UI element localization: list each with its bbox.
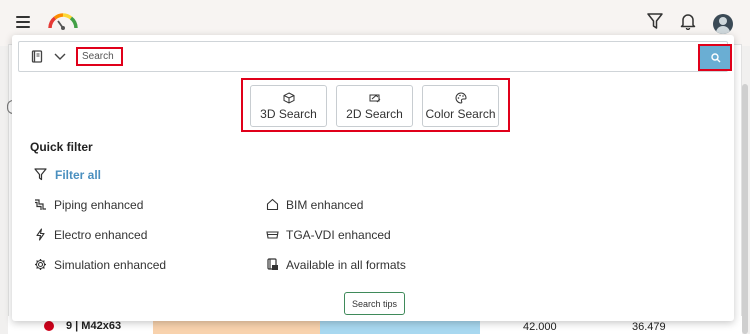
magnifier-icon [711, 53, 721, 63]
3d-search-label: 3D Search [260, 107, 317, 121]
chevron-down-icon[interactable] [53, 51, 67, 61]
2d-search-button[interactable]: 2D Search [336, 85, 413, 127]
filter-label: Piping enhanced [54, 198, 144, 212]
search-tips-button[interactable]: Search tips [344, 292, 405, 315]
palette-icon [455, 92, 467, 104]
gear-icon [35, 259, 46, 270]
filter-all-label: Filter all [55, 168, 102, 182]
3d-search-button[interactable]: 3D Search [250, 85, 327, 127]
filter-simulation-enhanced[interactable]: Simulation enhanced [34, 257, 194, 273]
filter-label: TGA-VDI enhanced [286, 228, 391, 242]
color-search-label: Color Search [425, 107, 496, 121]
filter-icon [34, 168, 47, 181]
filter-bim-enhanced[interactable]: BIM enhanced [266, 197, 426, 213]
row-value-1: 42.000 [523, 321, 557, 333]
user-avatar[interactable] [713, 14, 733, 34]
color-search-button[interactable]: Color Search [422, 85, 499, 127]
bell-icon[interactable] [680, 12, 696, 30]
filter-label: Available in all formats [286, 258, 406, 272]
filter-available-all-formats[interactable]: Available in all formats [266, 257, 436, 273]
search-input[interactable] [76, 47, 123, 66]
cube-icon [283, 92, 295, 104]
gauge-logo-icon[interactable] [46, 12, 80, 30]
status-dot [44, 321, 54, 331]
filter-icon[interactable] [647, 12, 663, 30]
page-scrollbar[interactable] [742, 84, 748, 334]
filter-tga-vdi-enhanced[interactable]: TGA-VDI enhanced [266, 227, 426, 243]
search-button[interactable] [698, 44, 732, 71]
quick-filter-title: Quick filter [30, 140, 93, 154]
formats-icon [267, 258, 278, 270]
duct-icon [266, 231, 279, 239]
piping-icon [35, 199, 46, 210]
filter-label: Electro enhanced [54, 228, 148, 242]
row-value-2: 36.479 [632, 321, 666, 333]
filter-label: BIM enhanced [286, 198, 364, 212]
filter-piping-enhanced[interactable]: Piping enhanced [34, 197, 194, 213]
house-icon [266, 198, 279, 211]
catalog-book-icon[interactable] [31, 50, 43, 64]
search-mode-group: 3D Search 2D Search Color Search [241, 78, 510, 132]
lightning-icon [36, 228, 45, 241]
drawing-icon [369, 94, 381, 103]
2d-search-label: 2D Search [346, 107, 403, 121]
filter-label: Simulation enhanced [54, 258, 167, 272]
row-name: 9 | M42x63 [66, 320, 122, 332]
search-panel: 3D Search 2D Search Color Search Quick f… [12, 35, 734, 321]
filter-electro-enhanced[interactable]: Electro enhanced [34, 227, 194, 243]
hamburger-icon[interactable] [16, 16, 30, 28]
search-bar [18, 41, 728, 72]
